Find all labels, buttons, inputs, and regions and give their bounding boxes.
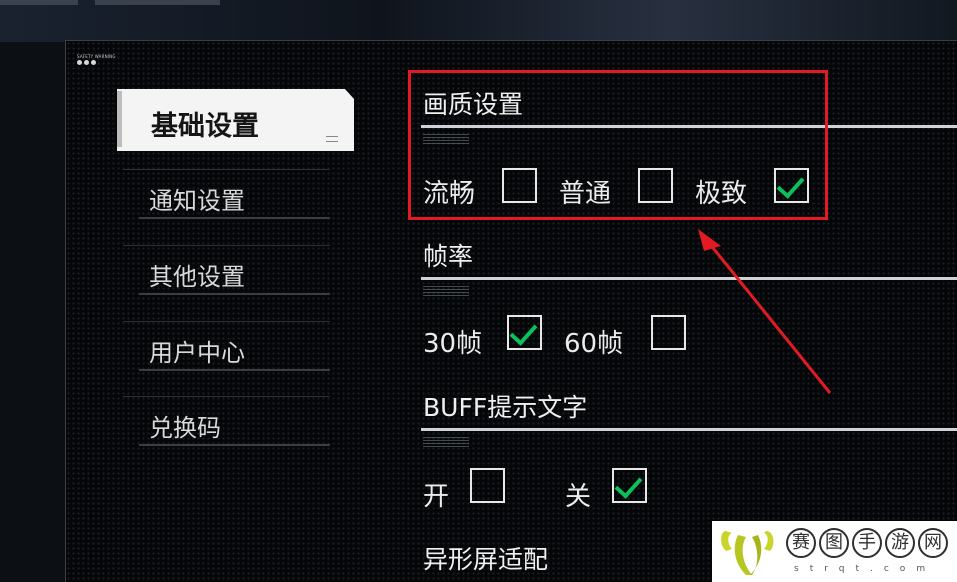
background-tab [95,0,220,5]
annotation-highlight-box [408,70,828,220]
sidebar-item-user-center[interactable]: 用户中心 [123,321,330,371]
checkbox-buff-off[interactable] [612,468,647,503]
option-label-60fps: 60帧 [564,329,624,359]
option-label-off: 关 [565,482,592,512]
section-title-notch: 异形屏适配 [423,545,549,574]
divider-decoration [423,284,469,296]
sidebar-item-label: 基础设置 [151,111,259,142]
section-divider [421,428,957,431]
sidebar-item-label: 通知设置 [149,187,245,215]
option-label-30fps: 30帧 [423,329,483,359]
checkbox-buff-on[interactable] [470,468,505,503]
sidebar-item-other-settings[interactable]: 其他设置 [123,245,330,295]
checkbox-framerate-30[interactable] [507,315,542,350]
watermark-chars: 赛 图 手 游 网 [786,528,948,558]
safety-warning-badge: SAFETY WARNING [77,54,117,65]
background-header [0,0,957,42]
sidebar-item-basic-settings[interactable]: 基础设置 [117,89,354,151]
sidebar-item-redeem-code[interactable]: 兑换码 [123,396,330,446]
checkbox-framerate-60[interactable] [651,315,686,350]
sidebar-item-label: 其他设置 [149,263,245,291]
watermark: 赛 图 手 游 网 strqt.com [712,521,957,582]
checkmark-icon [509,317,538,346]
section-title-buff-text: BUFF提示文字 [423,393,588,422]
sidebar-item-notification-settings[interactable]: 通知设置 [123,169,330,219]
corner-mark-icon [326,136,338,142]
safety-warning-icons [77,60,117,65]
sidebar-item-label: 兑换码 [149,414,221,442]
section-title-framerate: 帧率 [423,242,474,271]
sidebar-item-label: 用户中心 [149,339,245,367]
section-divider [421,277,957,280]
checkmark-icon [614,470,643,499]
watermark-logo-icon [721,531,774,575]
option-label-on: 开 [423,482,450,512]
safety-warning-text: SAFETY WARNING [77,54,116,59]
background-tab [0,0,78,5]
divider-decoration [423,435,469,447]
watermark-url: strqt.com [794,564,937,574]
active-indicator [117,91,122,147]
